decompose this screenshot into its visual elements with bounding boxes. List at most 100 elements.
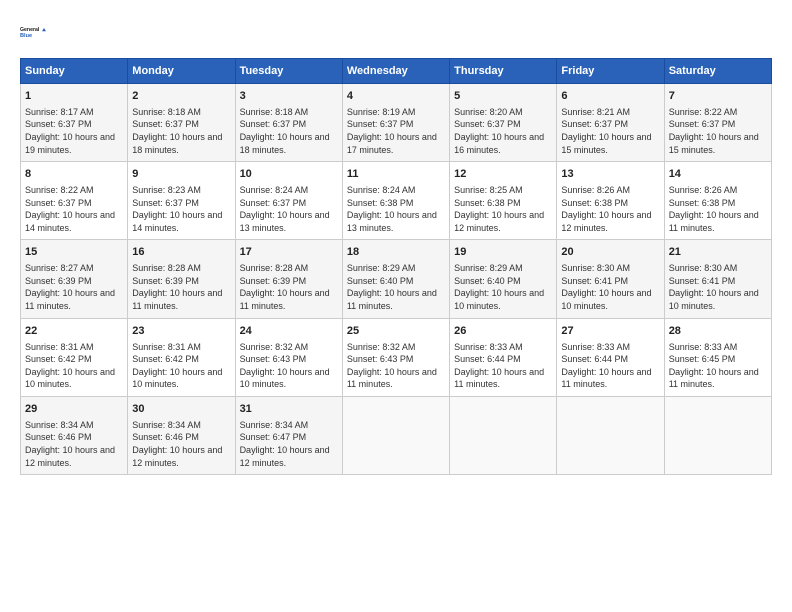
calendar-cell: 20 Sunrise: 8:30 AM Sunset: 6:41 PM Dayli… — [557, 240, 664, 318]
calendar-cell: 19 Sunrise: 8:29 AM Sunset: 6:40 PM Dayli… — [450, 240, 557, 318]
calendar-cell: 12Sunrise: 8:25 AM Sunset: 6:38 PM Dayli… — [450, 162, 557, 240]
calendar-cell: 31 Sunrise: 8:34 AM Sunset: 6:47 PM Dayli… — [235, 396, 342, 474]
weekday-header: Friday — [557, 59, 664, 84]
calendar-cell: 2 Sunrise: 8:18 AM Sunset: 6:37 PM Daylig… — [128, 84, 235, 162]
day-info: Sunrise: 8:26 AM Sunset: 6:38 PM Dayligh… — [561, 184, 659, 234]
calendar-cell: 5 Sunrise: 8:20 AM Sunset: 6:37 PM Daylig… — [450, 84, 557, 162]
day-number: 9 — [132, 167, 230, 182]
calendar-cell: 21Sunrise: 8:30 AM Sunset: 6:41 PM Dayli… — [664, 240, 771, 318]
calendar-table: SundayMondayTuesdayWednesdayThursdayFrid… — [20, 58, 772, 475]
day-number: 4 — [347, 89, 445, 104]
weekday-header: Thursday — [450, 59, 557, 84]
day-info: Sunrise: 8:24 AM Sunset: 6:37 PM Dayligh… — [240, 184, 338, 234]
day-number: 11 — [347, 167, 445, 182]
day-number: 6 — [561, 89, 659, 104]
day-info: Sunrise: 8:21 AM Sunset: 6:37 PM Dayligh… — [561, 106, 659, 156]
day-number: 10 — [240, 167, 338, 182]
day-number: 16 — [132, 245, 230, 260]
day-number: 31 — [240, 402, 338, 417]
calendar-cell: 24Sunrise: 8:32 AM Sunset: 6:43 PM Dayli… — [235, 318, 342, 396]
day-info: Sunrise: 8:24 AM Sunset: 6:38 PM Dayligh… — [347, 184, 445, 234]
day-info: Sunrise: 8:33 AM Sunset: 6:44 PM Dayligh… — [454, 341, 552, 391]
calendar-cell: 28Sunrise: 8:33 AM Sunset: 6:45 PM Dayli… — [664, 318, 771, 396]
weekday-header: Saturday — [664, 59, 771, 84]
day-number: 25 — [347, 324, 445, 339]
day-info: Sunrise: 8:29 AM Sunset: 6:40 PM Dayligh… — [454, 262, 552, 312]
day-info: Sunrise: 8:19 AM Sunset: 6:37 PM Dayligh… — [347, 106, 445, 156]
calendar-week-row: 29 Sunrise: 8:34 AM Sunset: 6:46 PM Dayli… — [21, 396, 772, 474]
day-number: 1 — [25, 89, 123, 104]
day-number: 26 — [454, 324, 552, 339]
day-number: 17 — [240, 245, 338, 260]
calendar-cell: 4 Sunrise: 8:19 AM Sunset: 6:37 PM Daylig… — [342, 84, 449, 162]
weekday-header: Monday — [128, 59, 235, 84]
day-number: 23 — [132, 324, 230, 339]
logo-icon: GeneralBlue — [20, 18, 48, 46]
calendar-cell — [664, 396, 771, 474]
day-info: Sunrise: 8:20 AM Sunset: 6:37 PM Dayligh… — [454, 106, 552, 156]
day-info: Sunrise: 8:23 AM Sunset: 6:37 PM Dayligh… — [132, 184, 230, 234]
day-number: 8 — [25, 167, 123, 182]
calendar-week-row: 22 Sunrise: 8:31 AM Sunset: 6:42 PM Dayli… — [21, 318, 772, 396]
day-number: 19 — [454, 245, 552, 260]
svg-text:Blue: Blue — [20, 33, 32, 39]
page: GeneralBlue SundayMondayTuesdayWednesday… — [0, 0, 792, 485]
day-number: 29 — [25, 402, 123, 417]
day-info: Sunrise: 8:18 AM Sunset: 6:37 PM Dayligh… — [132, 106, 230, 156]
calendar-cell: 15Sunrise: 8:27 AM Sunset: 6:39 PM Dayli… — [21, 240, 128, 318]
calendar-cell: 23 Sunrise: 8:31 AM Sunset: 6:42 PM Dayli… — [128, 318, 235, 396]
calendar-cell: 25 Sunrise: 8:32 AM Sunset: 6:43 PM Dayli… — [342, 318, 449, 396]
day-info: Sunrise: 8:31 AM Sunset: 6:42 PM Dayligh… — [132, 341, 230, 391]
calendar-cell: 22Sunrise: 8:31 AM Sunset: 6:42 PM Dayli… — [21, 318, 128, 396]
logo: GeneralBlue — [20, 18, 48, 46]
day-number: 7 — [669, 89, 767, 104]
day-info: Sunrise: 8:30 AM Sunset: 6:41 PM Dayligh… — [561, 262, 659, 312]
calendar-week-row: 15Sunrise: 8:27 AM Sunset: 6:39 PM Dayli… — [21, 240, 772, 318]
day-info: Sunrise: 8:25 AM Sunset: 6:38 PM Dayligh… — [454, 184, 552, 234]
calendar-cell — [342, 396, 449, 474]
day-number: 14 — [669, 167, 767, 182]
day-number: 27 — [561, 324, 659, 339]
day-info: Sunrise: 8:34 AM Sunset: 6:46 PM Dayligh… — [25, 419, 123, 469]
day-number: 13 — [561, 167, 659, 182]
calendar-cell: 16 Sunrise: 8:28 AM Sunset: 6:39 PM Dayli… — [128, 240, 235, 318]
calendar-cell: 9 Sunrise: 8:23 AM Sunset: 6:37 PM Daylig… — [128, 162, 235, 240]
day-info: Sunrise: 8:28 AM Sunset: 6:39 PM Dayligh… — [240, 262, 338, 312]
header: GeneralBlue — [20, 18, 772, 46]
weekday-header: Sunday — [21, 59, 128, 84]
calendar-cell: 7 Sunrise: 8:22 AM Sunset: 6:37 PM Daylig… — [664, 84, 771, 162]
calendar-cell: 30Sunrise: 8:34 AM Sunset: 6:46 PM Dayli… — [128, 396, 235, 474]
day-info: Sunrise: 8:28 AM Sunset: 6:39 PM Dayligh… — [132, 262, 230, 312]
calendar-cell: 3Sunrise: 8:18 AM Sunset: 6:37 PM Daylig… — [235, 84, 342, 162]
calendar-cell: 11 Sunrise: 8:24 AM Sunset: 6:38 PM Dayli… — [342, 162, 449, 240]
day-info: Sunrise: 8:18 AM Sunset: 6:37 PM Dayligh… — [240, 106, 338, 156]
calendar-cell: 14 Sunrise: 8:26 AM Sunset: 6:38 PM Dayli… — [664, 162, 771, 240]
calendar-cell — [450, 396, 557, 474]
day-info: Sunrise: 8:34 AM Sunset: 6:47 PM Dayligh… — [240, 419, 338, 469]
day-number: 2 — [132, 89, 230, 104]
weekday-header: Wednesday — [342, 59, 449, 84]
calendar-cell — [557, 396, 664, 474]
calendar-cell: 6 Sunrise: 8:21 AM Sunset: 6:37 PM Daylig… — [557, 84, 664, 162]
calendar-cell: 17 Sunrise: 8:28 AM Sunset: 6:39 PM Dayli… — [235, 240, 342, 318]
day-info: Sunrise: 8:34 AM Sunset: 6:46 PM Dayligh… — [132, 419, 230, 469]
calendar-cell: 8 Sunrise: 8:22 AM Sunset: 6:37 PM Daylig… — [21, 162, 128, 240]
day-info: Sunrise: 8:33 AM Sunset: 6:44 PM Dayligh… — [561, 341, 659, 391]
day-number: 20 — [561, 245, 659, 260]
day-info: Sunrise: 8:17 AM Sunset: 6:37 PM Dayligh… — [25, 106, 123, 156]
calendar-week-row: 8 Sunrise: 8:22 AM Sunset: 6:37 PM Daylig… — [21, 162, 772, 240]
day-info: Sunrise: 8:22 AM Sunset: 6:37 PM Dayligh… — [25, 184, 123, 234]
calendar-cell: 29 Sunrise: 8:34 AM Sunset: 6:46 PM Dayli… — [21, 396, 128, 474]
weekday-row: SundayMondayTuesdayWednesdayThursdayFrid… — [21, 59, 772, 84]
day-info: Sunrise: 8:26 AM Sunset: 6:38 PM Dayligh… — [669, 184, 767, 234]
day-number: 22 — [25, 324, 123, 339]
calendar-cell: 1 Sunrise: 8:17 AM Sunset: 6:37 PM Daylig… — [21, 84, 128, 162]
day-number: 28 — [669, 324, 767, 339]
day-info: Sunrise: 8:32 AM Sunset: 6:43 PM Dayligh… — [347, 341, 445, 391]
calendar-body: 1 Sunrise: 8:17 AM Sunset: 6:37 PM Daylig… — [21, 84, 772, 475]
day-info: Sunrise: 8:22 AM Sunset: 6:37 PM Dayligh… — [669, 106, 767, 156]
day-number: 15 — [25, 245, 123, 260]
day-info: Sunrise: 8:32 AM Sunset: 6:43 PM Dayligh… — [240, 341, 338, 391]
day-number: 5 — [454, 89, 552, 104]
calendar-cell: 10 Sunrise: 8:24 AM Sunset: 6:37 PM Dayli… — [235, 162, 342, 240]
